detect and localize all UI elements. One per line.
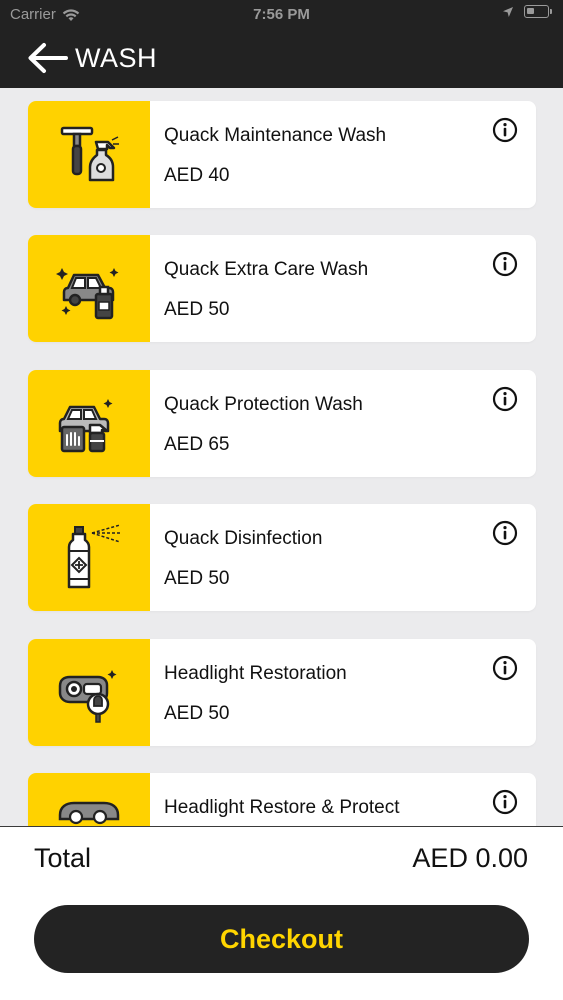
status-time: 7:56 PM [253, 6, 310, 23]
service-thumbnail [28, 639, 150, 746]
service-card[interactable]: Quack Extra Care Wash AED 50 [28, 235, 536, 342]
service-list[interactable]: Quack Maintenance Wash AED 40 Quack Extr… [0, 88, 563, 826]
nav-bar: WASH [0, 30, 563, 88]
headlight-restoration-icon [58, 669, 117, 723]
info-icon[interactable] [492, 655, 518, 681]
status-bar: Carrier 7:56 PM [0, 0, 563, 30]
service-price: AED 40 [164, 165, 230, 186]
service-thumbnail [28, 504, 150, 611]
service-price: AED 50 [164, 568, 230, 589]
car-protection-icon [58, 398, 113, 452]
service-title: Quack Disinfection [164, 528, 323, 549]
service-card[interactable]: Headlight Restore & Protect [28, 773, 536, 826]
service-price: AED 50 [164, 703, 230, 724]
info-icon[interactable] [492, 789, 518, 815]
location-arrow-icon [503, 6, 513, 17]
car-sparkle-bottle-icon [56, 267, 119, 319]
service-thumbnail [28, 101, 150, 208]
app-header: Carrier 7:56 PM WASH [0, 0, 563, 88]
service-card[interactable]: Quack Protection Wash AED 65 [28, 370, 536, 477]
service-price: AED 50 [164, 299, 230, 320]
headlight-protect-icon [58, 801, 120, 824]
info-icon[interactable] [492, 251, 518, 277]
service-thumbnail [28, 773, 150, 826]
service-thumbnail [28, 370, 150, 477]
service-title: Quack Protection Wash [164, 394, 363, 415]
service-card[interactable]: Headlight Restoration AED 50 [28, 639, 536, 746]
service-price: AED 65 [164, 434, 230, 455]
info-icon[interactable] [492, 386, 518, 412]
service-thumbnail [28, 235, 150, 342]
service-title: Quack Extra Care Wash [164, 259, 369, 280]
total-label: Total [34, 843, 92, 873]
service-title: Headlight Restore & Protect [164, 797, 400, 818]
info-icon[interactable] [492, 520, 518, 546]
squeegee-spray-icon [60, 126, 119, 181]
service-title: Quack Maintenance Wash [164, 125, 387, 146]
service-card[interactable]: Quack Disinfection AED 50 [28, 504, 536, 611]
checkout-button[interactable]: Checkout [34, 905, 529, 973]
info-icon[interactable] [492, 117, 518, 143]
total-value: AED 0.00 [412, 843, 528, 873]
disinfectant-spray-icon [67, 523, 121, 588]
checkout-footer: Total AED 0.00 Checkout [0, 826, 563, 1000]
service-card[interactable]: Quack Maintenance Wash AED 40 [28, 101, 536, 208]
page-title: WASH [75, 43, 157, 73]
battery-icon [524, 5, 552, 18]
service-title: Headlight Restoration [164, 663, 347, 684]
status-right [502, 5, 552, 18]
back-arrow-icon[interactable] [26, 41, 70, 75]
